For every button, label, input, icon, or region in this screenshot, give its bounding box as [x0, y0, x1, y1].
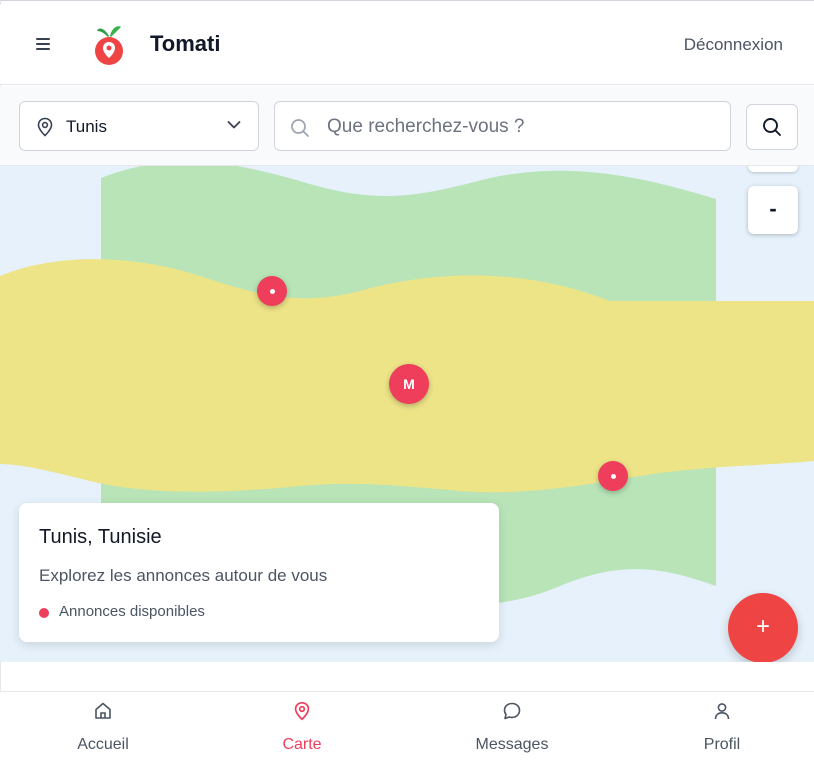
map-pin-icon [37, 117, 53, 137]
zoom-in-button[interactable] [748, 166, 798, 172]
city-select[interactable]: Tunis [19, 101, 259, 151]
app-name: Tomati [150, 31, 221, 56]
map-marker[interactable] [257, 276, 287, 306]
search-button[interactable] [746, 104, 798, 150]
menu-icon[interactable] [34, 36, 54, 52]
search-field [274, 101, 731, 151]
tomato-logo-icon [95, 26, 123, 65]
search-bar: Tunis [0, 86, 814, 166]
map-pin-icon [294, 701, 310, 721]
location-subtitle: Explorez les annonces autour de vous [39, 566, 328, 585]
search-icon [291, 119, 309, 137]
nav-item-messages[interactable]: Messages [452, 692, 572, 762]
zoom-out-button[interactable]: - [748, 186, 798, 234]
nav-label: Accueil [77, 736, 129, 753]
search-icon [763, 118, 781, 136]
status-dot [39, 608, 49, 618]
chevron-down-icon [227, 121, 241, 129]
city-select-value: Tunis [66, 117, 107, 136]
nav-item-accueil[interactable]: Accueil [43, 692, 163, 762]
user-icon [714, 703, 730, 720]
add-listing-button[interactable]: + [728, 593, 798, 662]
nav-label: Messages [475, 736, 549, 753]
home-icon [95, 702, 111, 719]
app-header: Tomati Déconnexion [0, 5, 814, 85]
nav-label: Carte [282, 736, 322, 753]
status-text: Annonces disponibles [59, 603, 205, 620]
cluster-marker[interactable]: M [389, 364, 429, 404]
logout-link[interactable]: Déconnexion [684, 35, 783, 55]
nav-item-carte[interactable]: Carte [242, 692, 362, 762]
map-marker[interactable] [598, 461, 628, 491]
map-view[interactable]: - M Tunis, Tunisie Explorez les annonces… [0, 166, 814, 662]
chat-icon [503, 702, 521, 720]
nav-item-profil[interactable]: Profil [662, 692, 782, 762]
search-input[interactable] [325, 112, 719, 142]
location-info-card: Tunis, Tunisie Explorez les annonces aut… [19, 503, 499, 642]
location-title: Tunis, Tunisie [39, 526, 162, 548]
bottom-nav: Accueil Carte Messages Profil [0, 691, 814, 762]
nav-label: Profil [703, 736, 741, 753]
